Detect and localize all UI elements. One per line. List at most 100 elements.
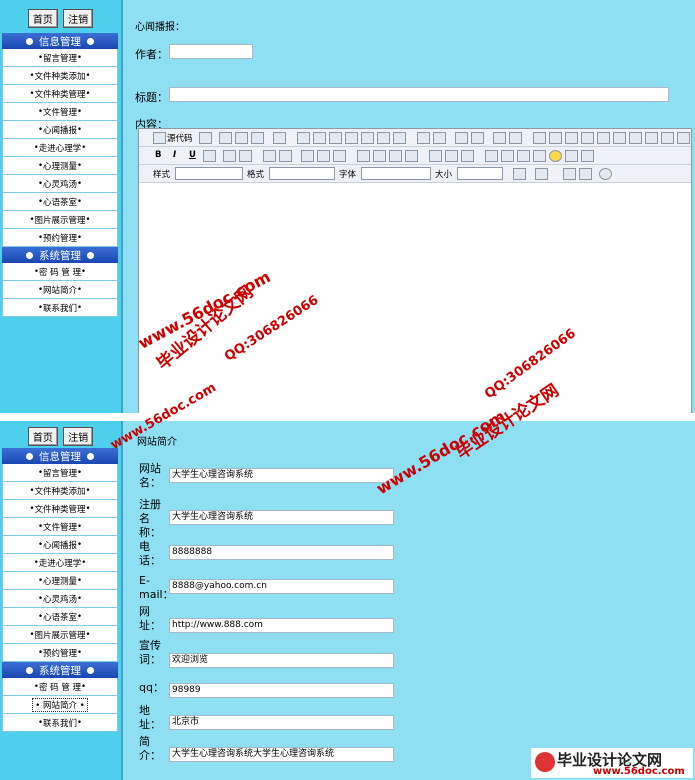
menu-item-news[interactable]: • 心闻播报 •	[2, 536, 118, 554]
format-select[interactable]	[269, 167, 335, 180]
replace-icon[interactable]	[471, 132, 484, 144]
menu-item-contact[interactable]: • 联系我们 •	[2, 714, 118, 732]
menu-item-psychology[interactable]: • 走进心理学 •	[2, 554, 118, 572]
style-select[interactable]	[175, 167, 243, 180]
unlink-icon[interactable]	[445, 150, 458, 162]
menu-item-gallery[interactable]: • 图片展示管理 •	[2, 211, 118, 229]
intro-input[interactable]: 大学生心理咨询系统大学生心理咨询系统	[169, 747, 394, 762]
link-icon[interactable]	[429, 150, 442, 162]
menu-header-info[interactable]: 信息管理	[2, 448, 118, 464]
url-input[interactable]: http://www.888.com	[169, 618, 394, 633]
author-input[interactable]	[169, 44, 253, 59]
anchor-flag-icon[interactable]	[461, 150, 474, 162]
cut-icon[interactable]	[297, 132, 310, 144]
menu-item-filetype-manage[interactable]: • 文件种类管理 •	[2, 500, 118, 518]
menu-item-psychology[interactable]: • 走进心理学 •	[2, 139, 118, 157]
menu-item-message[interactable]: • 留言管理 •	[2, 49, 118, 67]
maximize-icon[interactable]	[563, 168, 576, 180]
menu-item-site-intro[interactable]: • 网站简介 •	[2, 696, 118, 714]
copy-icon[interactable]	[313, 132, 326, 144]
ordered-list-icon[interactable]	[263, 150, 276, 162]
spellcheck-icon[interactable]	[393, 132, 406, 144]
paste-text-icon[interactable]	[345, 132, 358, 144]
redo-icon[interactable]	[433, 132, 446, 144]
align-left-icon[interactable]	[357, 150, 370, 162]
new-page-icon[interactable]	[199, 132, 212, 144]
bold-button[interactable]: B	[155, 150, 161, 160]
menu-item-filetype-add[interactable]: • 文件种类添加 •	[2, 482, 118, 500]
subscript-icon[interactable]	[223, 150, 236, 162]
menu-header-system[interactable]: 系统管理	[2, 247, 118, 263]
form-icon[interactable]	[533, 132, 546, 144]
paste-word-icon[interactable]	[361, 132, 374, 144]
logout-button[interactable]: 注销	[63, 9, 94, 28]
print-icon[interactable]	[377, 132, 390, 144]
qq-input[interactable]: 98989	[169, 683, 394, 698]
special-char-icon[interactable]	[565, 150, 578, 162]
menu-item-password[interactable]: • 密 码 管 理 •	[2, 263, 118, 281]
menu-item-tearoom[interactable]: • 心语茶室 •	[2, 608, 118, 626]
slogan-input[interactable]: 欢迎浏览	[169, 653, 394, 668]
paste-icon[interactable]	[329, 132, 342, 144]
source-button[interactable]: 源代码	[167, 132, 193, 144]
textfield-icon[interactable]	[581, 132, 594, 144]
hidden-field-icon[interactable]	[661, 132, 674, 144]
menu-item-site-intro[interactable]: • 网站简介 •	[2, 281, 118, 299]
email-input[interactable]: 8888@yahoo.com.cn	[169, 579, 394, 594]
anchor-icon[interactable]	[677, 132, 690, 144]
menu-item-file-manage[interactable]: • 文件管理 •	[2, 518, 118, 536]
home-button[interactable]: 首页	[27, 427, 58, 446]
title-input[interactable]	[169, 87, 669, 102]
select-all-icon[interactable]	[493, 132, 506, 144]
page-break-icon[interactable]	[581, 150, 594, 162]
help-icon[interactable]	[599, 168, 612, 180]
menu-item-filetype-add[interactable]: • 文件种类添加 •	[2, 67, 118, 85]
hr-icon[interactable]	[533, 150, 546, 162]
save-icon[interactable]	[219, 132, 232, 144]
logout-button[interactable]: 注销	[63, 427, 94, 446]
preview-icon[interactable]	[251, 132, 264, 144]
image-icon[interactable]	[485, 150, 498, 162]
undo-icon[interactable]	[417, 132, 430, 144]
checkbox-icon[interactable]	[549, 132, 562, 144]
menu-item-measure[interactable]: • 心理测量 •	[2, 572, 118, 590]
blockquote-icon[interactable]	[333, 150, 346, 162]
bg-color-icon[interactable]	[535, 168, 548, 180]
menu-item-contact[interactable]: • 联系我们 •	[2, 299, 118, 317]
address-input[interactable]: 北京市	[169, 715, 394, 730]
font-select[interactable]	[361, 167, 431, 180]
button-icon[interactable]	[629, 132, 642, 144]
align-center-icon[interactable]	[373, 150, 386, 162]
menu-header-info[interactable]: 信息管理	[2, 33, 118, 49]
textarea-icon[interactable]	[597, 132, 610, 144]
flash-icon[interactable]	[501, 150, 514, 162]
menu-item-message[interactable]: • 留言管理 •	[2, 464, 118, 482]
strike-icon[interactable]	[203, 150, 216, 162]
indent-icon[interactable]	[317, 150, 330, 162]
doc-icon[interactable]	[235, 132, 248, 144]
underline-button[interactable]: U	[189, 150, 196, 160]
outdent-icon[interactable]	[301, 150, 314, 162]
phone-input[interactable]: 8888888	[169, 545, 394, 560]
size-select[interactable]	[457, 167, 503, 180]
radio-icon[interactable]	[565, 132, 578, 144]
menu-item-soup[interactable]: • 心灵鸡汤 •	[2, 590, 118, 608]
home-button[interactable]: 首页	[27, 9, 58, 28]
text-color-icon[interactable]	[513, 168, 526, 180]
template-icon[interactable]	[273, 132, 286, 144]
bullet-list-icon[interactable]	[279, 150, 292, 162]
menu-item-filetype-manage[interactable]: • 文件种类管理 •	[2, 85, 118, 103]
menu-item-booking[interactable]: • 预约管理 •	[2, 644, 118, 662]
site-name-input[interactable]: 大学生心理咨询系统	[169, 468, 394, 483]
menu-item-password[interactable]: • 密 码 管 理 •	[2, 678, 118, 696]
menu-item-file-manage[interactable]: • 文件管理 •	[2, 103, 118, 121]
show-blocks-icon[interactable]	[579, 168, 592, 180]
select-icon[interactable]	[613, 132, 626, 144]
menu-item-tearoom[interactable]: • 心语茶室 •	[2, 193, 118, 211]
align-right-icon[interactable]	[389, 150, 402, 162]
align-justify-icon[interactable]	[405, 150, 418, 162]
menu-item-soup[interactable]: • 心灵鸡汤 •	[2, 175, 118, 193]
rich-text-editor[interactable]: 源代码 B I U 样式 格式 字体 大小	[138, 128, 692, 413]
italic-button[interactable]: I	[173, 150, 176, 160]
find-icon[interactable]	[455, 132, 468, 144]
